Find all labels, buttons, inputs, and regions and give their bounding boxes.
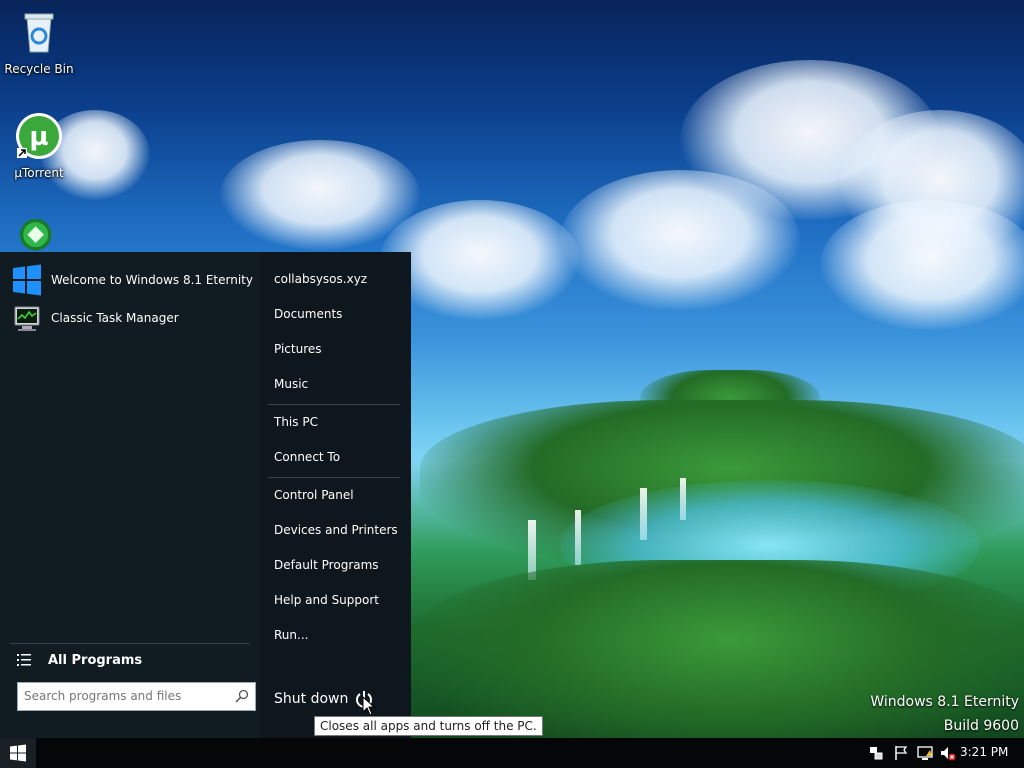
utorrent-icon: µ (16, 113, 62, 159)
pinned-item-label: Welcome to Windows 8.1 Eternity (51, 273, 253, 287)
shutdown-label: Shut down (274, 691, 349, 707)
recycle-bin-icon (24, 13, 54, 53)
search-input[interactable] (18, 683, 229, 709)
desktop-icon-utorrent[interactable]: µ µTorrent (1, 112, 77, 180)
start-menu-separator (268, 477, 400, 478)
pinned-item-task-manager[interactable]: Classic Task Manager (10, 301, 179, 335)
start-link-default-programs[interactable]: Default Programs (274, 558, 379, 572)
windows-watermark-line2: Build 9600 (943, 718, 1019, 734)
desktop-icon-label: Recycle Bin (4, 62, 74, 76)
svg-text:µ: µ (29, 122, 48, 152)
shutdown-tooltip: Closes all apps and turns off the PC. (314, 716, 543, 736)
windows-watermark-line1: Windows 8.1 Eternity (870, 694, 1019, 710)
taskbar-clock[interactable]: 3:21 PM (960, 745, 1008, 759)
all-programs-separator (10, 643, 250, 644)
start-link-this-pc[interactable]: This PC (274, 415, 318, 429)
desktop-icon-label: µTorrent (14, 166, 64, 180)
network-icon[interactable] (917, 745, 933, 761)
desktop-icon-recycle-bin[interactable]: Recycle Bin (1, 8, 77, 76)
start-link-devices-printers[interactable]: Devices and Printers (274, 523, 398, 537)
pinned-item-label: Classic Task Manager (51, 311, 179, 325)
start-menu: Welcome to Windows 8.1 Eternity Classic … (0, 252, 411, 738)
start-link-pictures[interactable]: Pictures (274, 342, 322, 356)
start-link-control-panel[interactable]: Control Panel (274, 488, 354, 502)
start-link-documents[interactable]: Documents (274, 307, 342, 321)
start-link-user-folder[interactable]: collabsysos.xyz (274, 272, 367, 286)
search-box[interactable] (17, 682, 256, 711)
windows-logo-icon (13, 264, 41, 296)
start-button[interactable] (0, 738, 36, 768)
search-icon[interactable] (235, 689, 249, 703)
pinned-item-welcome[interactable]: Welcome to Windows 8.1 Eternity (10, 263, 253, 297)
task-manager-icon (14, 306, 40, 331)
start-link-music[interactable]: Music (274, 377, 308, 391)
all-programs-label: All Programs (48, 652, 143, 668)
start-menu-separator (268, 404, 400, 405)
all-programs-button[interactable]: All Programs (16, 650, 142, 670)
start-link-help-support[interactable]: Help and Support (274, 593, 379, 607)
flag-icon[interactable] (893, 745, 909, 761)
taskbar: 3:21 PM (0, 738, 1024, 768)
shutdown-button[interactable]: Shut down (274, 689, 374, 709)
start-link-connect-to[interactable]: Connect To (274, 450, 340, 464)
mouse-cursor-icon (362, 696, 376, 716)
network-devices-icon[interactable] (868, 745, 884, 761)
list-icon (17, 654, 31, 666)
start-menu-left-pane: Welcome to Windows 8.1 Eternity Classic … (0, 252, 260, 738)
volume-muted-icon[interactable] (940, 745, 956, 761)
start-menu-right-pane: collabsysos.xyz Documents Pictures Music… (260, 252, 411, 738)
start-link-run[interactable]: Run... (274, 628, 308, 642)
windows-logo-icon (10, 744, 26, 762)
